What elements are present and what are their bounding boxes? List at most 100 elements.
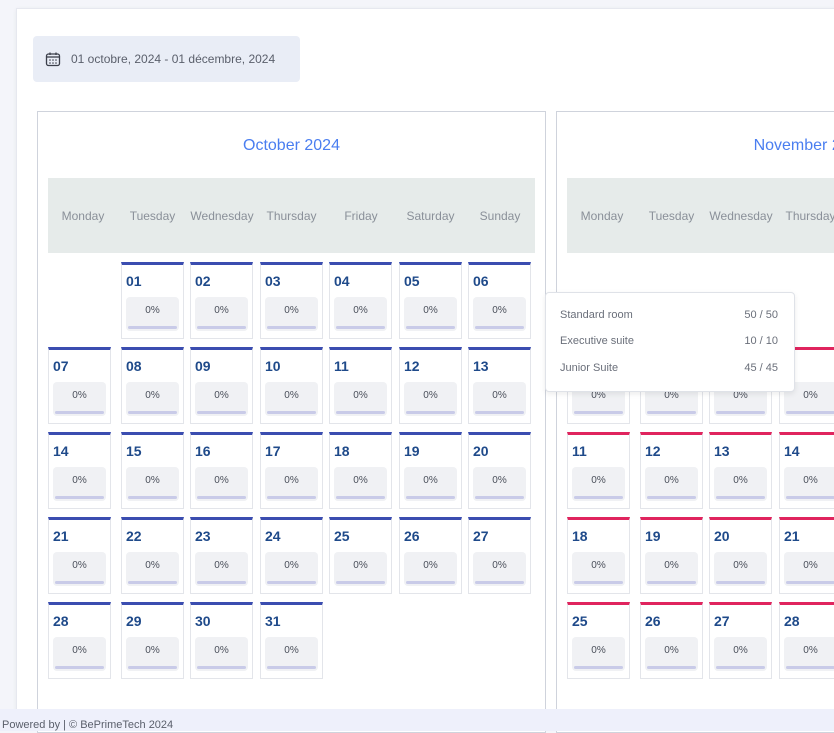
day-cell[interactable]: 28 0% [48,602,111,679]
day-cell[interactable]: 17 0% [260,432,323,509]
day-number: 17 [265,443,281,459]
occupancy-bar [647,666,696,669]
occupancy-bar [197,326,246,329]
day-number: 12 [645,443,661,459]
occupancy-box: 0% [334,467,387,501]
day-cell[interactable]: 12 0% [640,432,703,509]
day-cell[interactable]: 02 0% [190,262,253,339]
day-cell[interactable]: 07 0% [48,347,111,424]
day-cell[interactable]: 11 0% [329,347,392,424]
occupancy-box: 0% [53,382,106,416]
day-cell[interactable]: 18 0% [567,517,630,594]
occupancy-box: 0% [473,552,526,586]
weekday-label: Sunday [479,208,521,223]
day-number: 05 [404,273,420,289]
occupancy-bar [128,496,177,499]
weekday-label: Wednesday [190,208,254,223]
day-number: 31 [265,613,281,629]
occupancy-box: 0% [53,552,106,586]
occupancy-percent: 0% [353,390,368,401]
occupancy-box: 0% [334,297,387,331]
day-cell[interactable]: 14 0% [779,432,834,509]
day-cell[interactable]: 29 0% [121,602,184,679]
day-cell[interactable]: 10 0% [260,347,323,424]
occupancy-box: 0% [473,382,526,416]
day-cell[interactable]: 11 0% [567,432,630,509]
occupancy-box: 0% [784,552,834,586]
day-cell[interactable]: 27 0% [709,602,772,679]
occupancy-box: 0% [784,637,834,671]
day-cell[interactable]: 06 0% [468,262,531,339]
occupancy-bar [786,496,834,499]
occupancy-box: 0% [195,297,248,331]
occupancy-percent: 0% [492,390,507,401]
day-cell[interactable]: 04 0% [329,262,392,339]
occupancy-percent: 0% [664,475,679,486]
occupancy-percent: 0% [214,305,229,316]
day-cell[interactable]: 14 0% [48,432,111,509]
occupancy-box: 0% [195,552,248,586]
occupancy-bar [786,666,834,669]
day-cell[interactable]: 18 0% [329,432,392,509]
day-cell[interactable]: 20 0% [468,432,531,509]
day-cell[interactable]: 24 0% [260,517,323,594]
day-number: 29 [126,613,142,629]
day-cell[interactable]: 22 0% [121,517,184,594]
occupancy-box: 0% [53,637,106,671]
occupancy-box: 0% [126,637,179,671]
tooltip-row: Executive suite 10 / 10 [560,335,778,347]
day-cell[interactable]: 30 0% [190,602,253,679]
day-cell[interactable]: 08 0% [121,347,184,424]
occupancy-bar [716,411,765,414]
weekday-label: Tuesday [648,208,695,223]
day-cell[interactable]: 19 0% [399,432,462,509]
day-cell[interactable]: 26 0% [640,602,703,679]
occupancy-percent: 0% [423,475,438,486]
occupancy-percent: 0% [492,475,507,486]
occupancy-percent: 0% [733,645,748,656]
day-cell[interactable]: 25 0% [567,602,630,679]
occupancy-box: 0% [126,467,179,501]
day-cell[interactable]: 13 0% [709,432,772,509]
day-cell[interactable]: 26 0% [399,517,462,594]
occupancy-bar [475,496,524,499]
date-range-picker[interactable]: 01 octobre, 2024 - 01 décembre, 2024 [33,36,300,82]
day-cell[interactable]: 09 0% [190,347,253,424]
day-cell[interactable]: 13 0% [468,347,531,424]
day-cell[interactable]: 21 0% [48,517,111,594]
day-cell[interactable]: 27 0% [468,517,531,594]
day-cell[interactable]: 12 0% [399,347,462,424]
occupancy-box: 0% [404,467,457,501]
day-number: 23 [195,528,211,544]
day-cell[interactable]: 01 0% [121,262,184,339]
occupancy-bar [197,581,246,584]
occupancy-box: 0% [404,552,457,586]
day-cell[interactable]: 23 0% [190,517,253,594]
day-cell[interactable]: 05 0% [399,262,462,339]
day-cell[interactable]: 21 0% [779,517,834,594]
day-cell[interactable]: 25 0% [329,517,392,594]
room-type-label: Junior Suite [560,362,619,374]
month-panel-november: November 2024 Monday Tuesday Wednesday T… [556,111,834,733]
day-number: 28 [784,613,800,629]
day-cell[interactable]: 03 0% [260,262,323,339]
day-cell[interactable]: 19 0% [640,517,703,594]
day-cell[interactable]: 16 0% [190,432,253,509]
day-number: 07 [53,358,69,374]
occupancy-percent: 0% [145,560,160,571]
month-title: October 2024 [243,137,340,154]
occupancy-box: 0% [195,637,248,671]
occupancy-percent: 0% [664,645,679,656]
occupancy-box: 0% [645,552,698,586]
occupancy-bar [647,581,696,584]
day-cell[interactable]: 28 0% [779,602,834,679]
day-cell[interactable]: 20 0% [709,517,772,594]
occupancy-percent: 0% [733,475,748,486]
day-number: 24 [265,528,281,544]
occupancy-bar [336,581,385,584]
occupancy-bar [786,411,834,414]
occupancy-bar [197,496,246,499]
day-cell[interactable]: 15 0% [121,432,184,509]
day-cell[interactable]: 31 0% [260,602,323,679]
day-number: 13 [473,358,489,374]
